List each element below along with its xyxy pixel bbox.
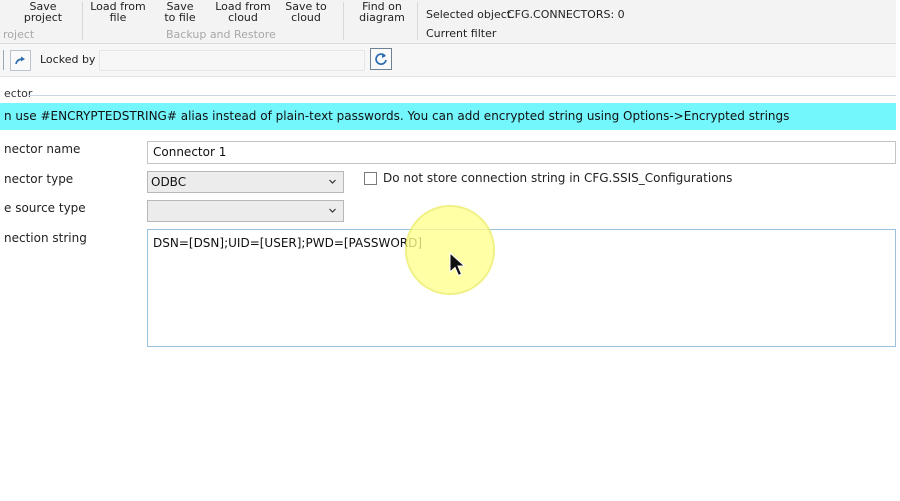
- section-divider: [28, 95, 896, 96]
- redo-button[interactable]: [10, 50, 31, 71]
- find-on-diagram-button[interactable]: Find on diagram: [352, 1, 412, 23]
- selected-object-value: CFG.CONNECTORS: 0: [507, 8, 625, 21]
- ribbon-separator: [82, 2, 83, 40]
- refresh-button[interactable]: [370, 48, 392, 70]
- connector-type-value: ODBC: [151, 175, 187, 189]
- save-to-cloud-button[interactable]: Save to cloud: [279, 1, 333, 23]
- save-project-button[interactable]: Save project: [20, 1, 66, 23]
- do-not-store-checkbox[interactable]: [364, 172, 377, 185]
- connector-type-label: nector type: [4, 172, 74, 186]
- chevron-down-icon: [329, 179, 336, 184]
- redo-icon: [15, 56, 25, 64]
- data-source-type-label: e source type: [4, 201, 86, 215]
- connection-string-label: nection string: [4, 231, 87, 245]
- locked-by-label: Locked by: [40, 53, 96, 66]
- data-source-type-select[interactable]: [147, 200, 344, 222]
- refresh-icon: [375, 53, 387, 65]
- connector-type-select[interactable]: ODBC: [147, 171, 344, 193]
- project-group-label: roject: [3, 28, 35, 41]
- mouse-pointer-icon: [449, 252, 466, 277]
- chevron-down-icon: [329, 208, 336, 213]
- ribbon: Save project Load from file Save to file…: [0, 0, 896, 44]
- load-from-file-button[interactable]: Load from file: [88, 1, 148, 23]
- locked-by-field[interactable]: [99, 50, 365, 71]
- backup-group-label: Backup and Restore: [166, 28, 276, 41]
- section-title: ector: [4, 87, 33, 100]
- current-filter-label: Current filter: [426, 27, 497, 40]
- connection-string-textarea[interactable]: DSN=[DSN];UID=[USER];PWD=[PASSWORD]: [147, 229, 896, 347]
- lock-toolbar: Locked by: [0, 44, 896, 77]
- connector-name-label: nector name: [4, 142, 81, 156]
- encrypted-string-info-banner: n use #ENCRYPTEDSTRING# alias instead of…: [0, 103, 896, 130]
- connector-name-input[interactable]: Connector 1: [147, 141, 896, 164]
- load-from-cloud-button[interactable]: Load from cloud: [211, 1, 275, 23]
- selected-object-label: Selected object: [426, 8, 512, 21]
- toolbar-divider: [3, 50, 4, 70]
- ribbon-separator: [417, 2, 418, 40]
- ribbon-separator: [343, 2, 344, 40]
- do-not-store-label: Do not store connection string in CFG.SS…: [383, 171, 733, 185]
- cursor-highlight: [407, 207, 493, 293]
- save-to-file-button[interactable]: Save to file: [155, 1, 205, 23]
